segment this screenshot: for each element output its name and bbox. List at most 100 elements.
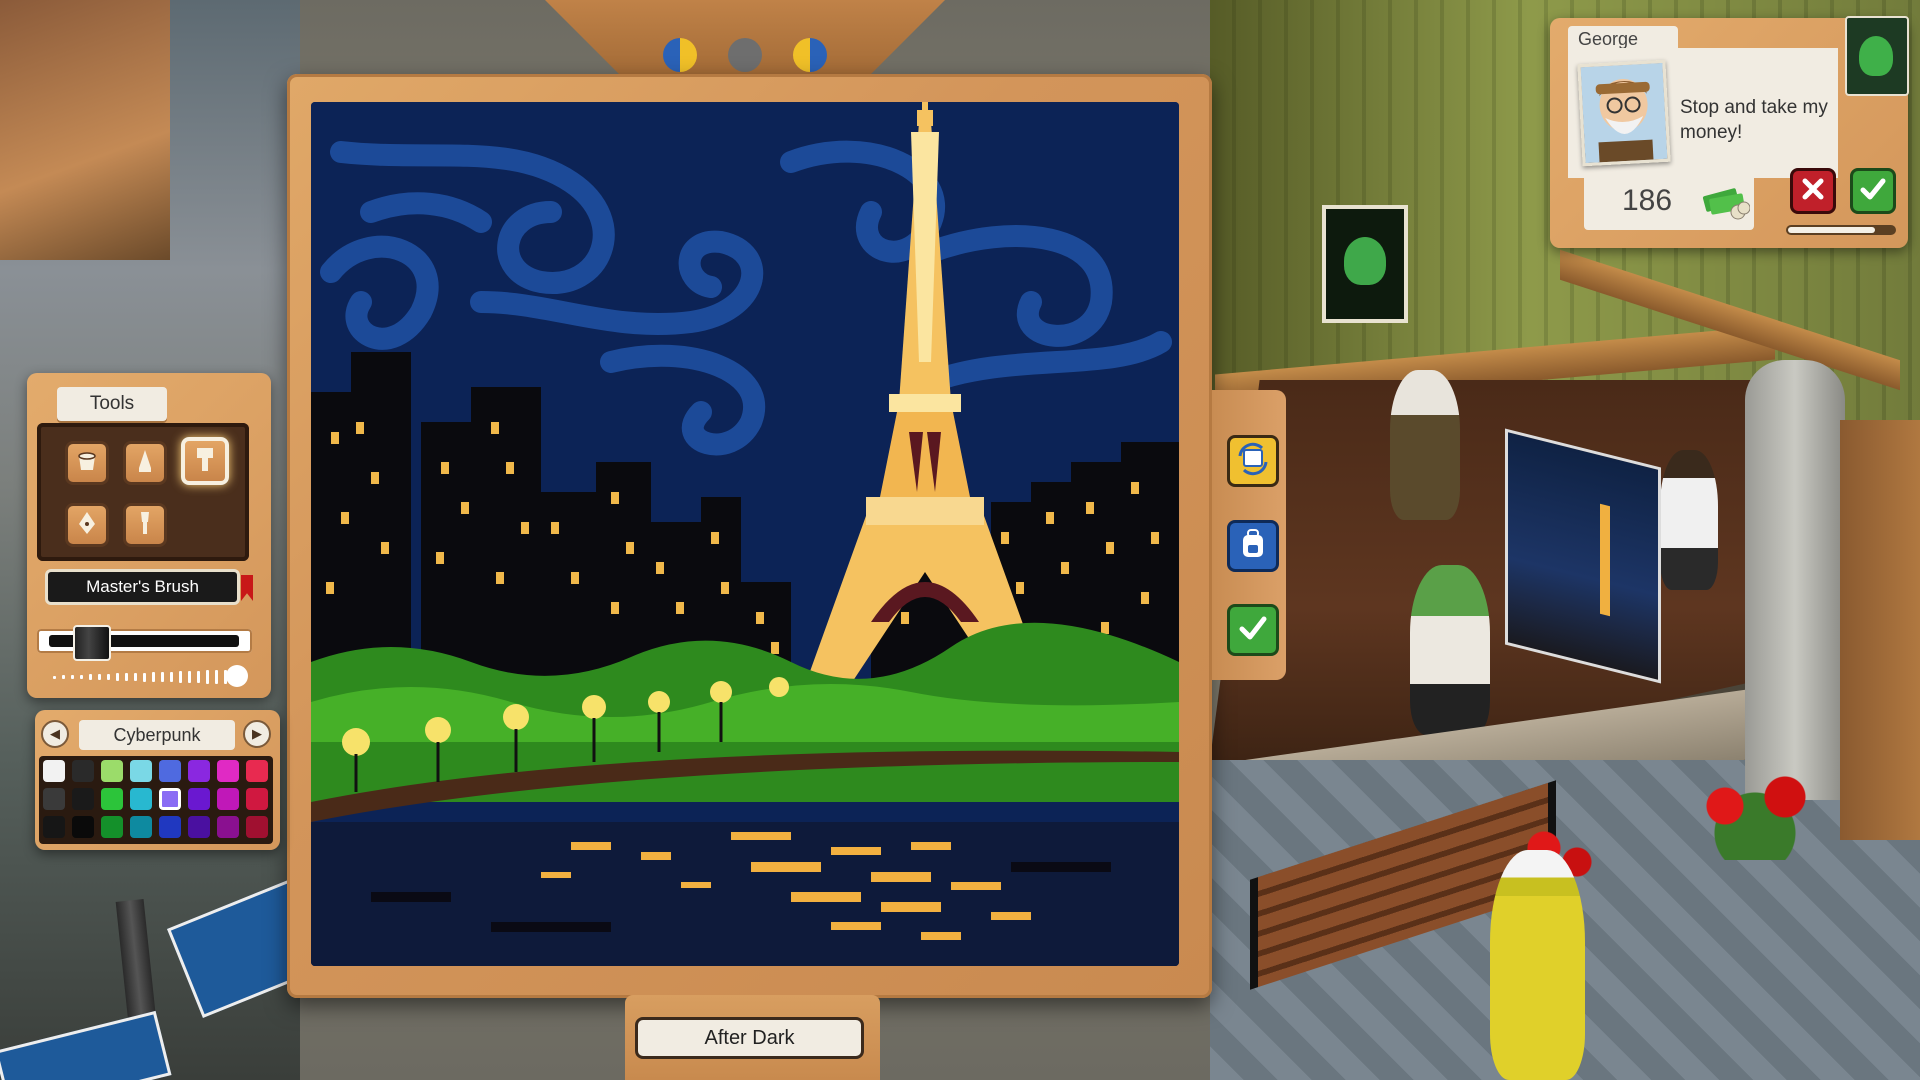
pen-nib-tool-button[interactable] xyxy=(65,503,109,547)
color-swatch[interactable] xyxy=(72,760,94,782)
customer-card: Stop and take my money! xyxy=(1568,48,1838,178)
color-swatch[interactable] xyxy=(217,816,239,838)
size-tick xyxy=(161,671,164,683)
color-swatch[interactable] xyxy=(246,816,268,838)
checkmark-icon xyxy=(1238,613,1268,647)
size-tick xyxy=(98,674,101,680)
color-swatch[interactable] xyxy=(159,788,181,810)
brush-size-slider[interactable] xyxy=(37,663,252,691)
palette-panel: ◀ Cyberpunk ▶ xyxy=(35,710,280,850)
color-swatch[interactable] xyxy=(217,788,239,810)
frog-painting xyxy=(1322,205,1408,323)
easel-peg xyxy=(663,38,697,72)
canvas-action-strip xyxy=(1212,390,1286,680)
color-swatch[interactable] xyxy=(72,788,94,810)
backpack-button[interactable] xyxy=(1227,520,1279,572)
flower-pot xyxy=(1680,770,1830,860)
size-tick xyxy=(89,674,92,680)
chevron-right-icon: ▶ xyxy=(252,726,262,742)
customer-character xyxy=(1660,450,1718,590)
decline-order-button[interactable] xyxy=(1790,168,1836,214)
chevron-left-icon: ◀ xyxy=(50,726,60,742)
color-swatch[interactable] xyxy=(246,760,268,782)
color-swatch[interactable] xyxy=(130,788,152,810)
painting-title[interactable]: After Dark xyxy=(635,1017,864,1059)
size-tick xyxy=(170,671,173,683)
selected-brush-name: Master's Brush xyxy=(45,569,240,605)
tools-panel: Tools Master's Brush xyxy=(27,373,271,698)
reward-box: 186 xyxy=(1584,174,1754,230)
color-swatch[interactable] xyxy=(43,816,65,838)
size-tick xyxy=(53,675,56,679)
x-icon xyxy=(1800,176,1826,206)
reward-amount: 186 xyxy=(1622,184,1673,217)
color-swatch[interactable] xyxy=(72,816,94,838)
title-plaque: After Dark xyxy=(625,995,880,1080)
customer-portrait xyxy=(1577,59,1671,167)
easel-peg xyxy=(793,38,827,72)
color-swatch[interactable] xyxy=(43,788,65,810)
stone-arch xyxy=(1745,360,1845,800)
painter-character xyxy=(1410,565,1490,735)
wooden-door xyxy=(1840,420,1920,840)
size-tick xyxy=(107,673,110,681)
small-brush-tool-button[interactable] xyxy=(123,503,167,547)
size-tick xyxy=(206,670,209,684)
finish-painting-button[interactable] xyxy=(1227,604,1279,656)
size-tick xyxy=(197,670,200,684)
bucket-tool-button[interactable] xyxy=(65,441,109,485)
cash-stack-icon xyxy=(1702,184,1751,220)
color-swatch[interactable] xyxy=(101,760,123,782)
color-swatch[interactable] xyxy=(217,760,239,782)
size-tick xyxy=(62,675,65,679)
pencil-tool-button[interactable] xyxy=(123,441,167,485)
swap-reference-button[interactable] xyxy=(1227,435,1279,487)
left-roof xyxy=(0,0,170,260)
accept-order-button[interactable] xyxy=(1850,168,1896,214)
painting-image xyxy=(311,102,1179,966)
color-swatch[interactable] xyxy=(188,816,210,838)
size-tick xyxy=(80,674,83,680)
color-swatch[interactable] xyxy=(130,816,152,838)
easel-canvas xyxy=(1505,428,1661,684)
backpack-icon xyxy=(1238,527,1268,565)
color-swatch[interactable] xyxy=(101,788,123,810)
ribbon-icon xyxy=(241,575,253,601)
brush-opacity-slider[interactable] xyxy=(37,625,252,661)
size-tick xyxy=(71,674,74,680)
color-swatches xyxy=(39,756,273,844)
color-swatch[interactable] xyxy=(43,760,65,782)
george-character xyxy=(1390,370,1460,520)
color-swatch[interactable] xyxy=(159,760,181,782)
tools-tab: Tools xyxy=(57,387,167,421)
color-swatch[interactable] xyxy=(130,760,152,782)
wide-brush-icon xyxy=(191,445,219,477)
color-swatch[interactable] xyxy=(188,760,210,782)
color-swatch[interactable] xyxy=(188,788,210,810)
size-tick xyxy=(116,673,119,681)
checkmark-icon xyxy=(1859,175,1887,207)
small-brush-icon xyxy=(132,510,158,540)
size-tick xyxy=(179,671,182,683)
color-swatch[interactable] xyxy=(159,816,181,838)
canvas-frame xyxy=(287,74,1212,998)
wide-brush-tool-button[interactable] xyxy=(181,437,229,485)
size-tick xyxy=(215,670,218,684)
swap-reference-icon xyxy=(1236,442,1270,480)
slider-handle[interactable] xyxy=(73,625,111,661)
previous-palette-button[interactable]: ◀ xyxy=(41,720,69,748)
color-swatch[interactable] xyxy=(246,788,268,810)
size-tick xyxy=(125,673,128,681)
customer-quote: Stop and take my money! xyxy=(1680,97,1828,143)
pedestrian-character xyxy=(1490,850,1585,1080)
size-tick xyxy=(188,671,191,683)
patience-bar xyxy=(1786,225,1896,235)
pen-nib-icon xyxy=(74,510,100,540)
painting-canvas[interactable] xyxy=(311,102,1179,966)
size-tick xyxy=(134,672,137,682)
player-avatar[interactable] xyxy=(1845,16,1909,96)
brush-size-indicator xyxy=(226,665,248,687)
next-palette-button[interactable]: ▶ xyxy=(243,720,271,748)
color-swatch[interactable] xyxy=(101,816,123,838)
patience-fill xyxy=(1788,227,1875,233)
